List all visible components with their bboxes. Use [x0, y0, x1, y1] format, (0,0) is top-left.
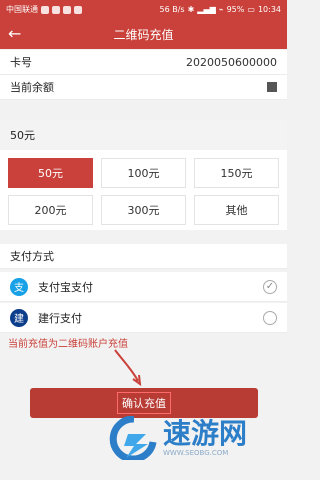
watermark: 速游网 WWW.SEOBG.COM: [108, 410, 272, 466]
card-info-panel: 卡号 2020050600000 当前余额: [0, 50, 287, 100]
notification-icon: [74, 5, 82, 14]
amount-options: 50元 100元 150元 200元 300元 其他: [0, 150, 287, 230]
status-left: 中国联通: [6, 4, 82, 15]
balance-mask-icon: [267, 82, 277, 92]
brand-logo-icon: [109, 416, 157, 460]
card-number-row: 卡号 2020050600000: [0, 50, 287, 75]
amount-option-300[interactable]: 300元: [101, 195, 186, 225]
payment-option-alipay[interactable]: 支 支付宝支付 ✓: [0, 272, 287, 302]
watermark-url: WWW.SEOBG.COM: [163, 448, 229, 457]
amount-option-label: 300元: [127, 204, 160, 217]
status-right: 56 B/s ✱ ▂▄▆ ⌁ 95% ▭ 10:34: [160, 5, 281, 14]
status-bar: 中国联通 56 B/s ✱ ▂▄▆ ⌁ 95% ▭ 10:34: [0, 0, 287, 19]
battery-icon: ▭: [247, 5, 255, 14]
payment-option-label: 建行支付: [38, 311, 82, 325]
time-label: 10:34: [257, 5, 281, 14]
amount-option-label: 50元: [38, 167, 63, 180]
bluetooth-icon: ✱: [187, 5, 195, 14]
amount-option-label: 100元: [127, 167, 160, 180]
card-number-value: 2020050600000: [186, 55, 277, 69]
amount-option-other[interactable]: 其他: [194, 195, 279, 225]
amount-option-50[interactable]: 50元: [8, 158, 93, 188]
amount-option-100[interactable]: 100元: [101, 158, 186, 188]
unselected-radio-icon[interactable]: [263, 310, 277, 325]
payment-method-title-text: 支付方式: [10, 250, 54, 263]
payment-method-title: 支付方式: [0, 244, 287, 269]
wifi-icon: ⌁: [218, 5, 224, 14]
annotation-arrow-icon: [114, 349, 142, 387]
amount-option-label: 150元: [220, 167, 253, 180]
selected-amount-text: 50元: [10, 129, 35, 142]
notification-icon: [41, 5, 49, 14]
notification-icon: [52, 5, 60, 14]
payment-option-ccb[interactable]: 建 建行支付: [0, 303, 287, 333]
page-title: 二维码充值: [113, 27, 174, 42]
notification-icon: [63, 5, 71, 14]
amount-option-150[interactable]: 150元: [194, 158, 279, 188]
selected-amount-bar: 50元: [0, 120, 287, 150]
balance-label: 当前余额: [10, 81, 54, 94]
selected-radio-icon[interactable]: ✓: [263, 279, 277, 294]
battery-level: 95%: [226, 5, 245, 14]
back-arrow-icon[interactable]: ←: [8, 25, 26, 43]
amount-option-label: 200元: [34, 204, 67, 217]
signal-icon: ▂▄▆: [197, 5, 216, 14]
balance-row: 当前余额: [0, 75, 287, 100]
carrier-label: 中国联通: [6, 5, 38, 14]
amount-option-200[interactable]: 200元: [8, 195, 93, 225]
amount-option-label: 其他: [225, 204, 248, 217]
app-header: ← 二维码充值: [0, 19, 287, 49]
card-number-label: 卡号: [10, 56, 32, 69]
ccb-icon: 建: [10, 308, 28, 327]
alipay-icon: 支: [10, 277, 28, 296]
network-speed: 56 B/s: [159, 5, 185, 14]
payment-option-label: 支付宝支付: [38, 280, 93, 294]
watermark-brand: 速游网: [163, 416, 248, 450]
